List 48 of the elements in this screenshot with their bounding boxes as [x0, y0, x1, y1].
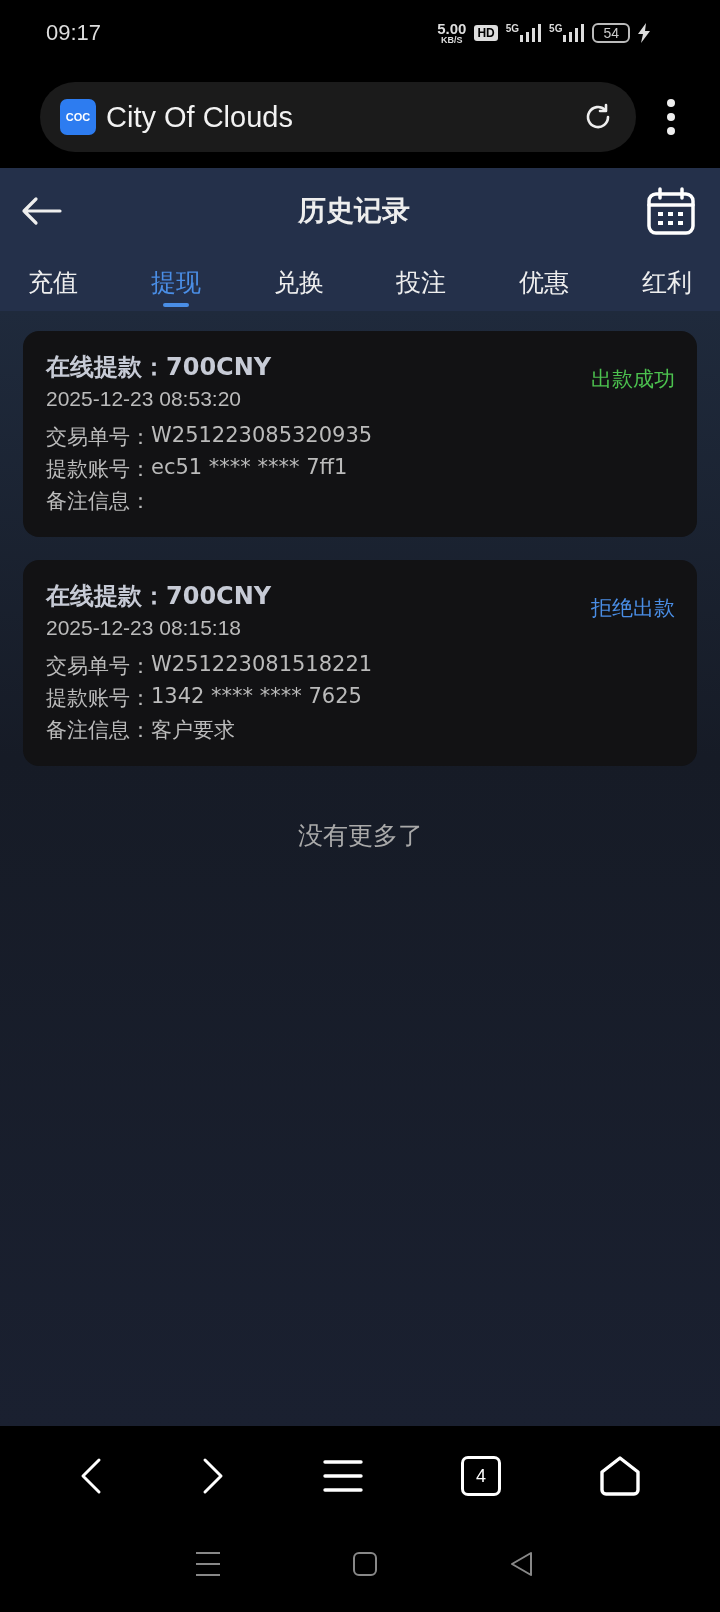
field-value: ec51 **** **** 7ff1	[151, 455, 348, 481]
tab-count-button[interactable]: 4	[461, 1456, 501, 1496]
tab[interactable]: 兑换	[257, 254, 340, 311]
back-icon[interactable]	[20, 196, 62, 226]
field-label: 提款账号：	[46, 685, 151, 712]
record-title: 在线提款：700CNY	[46, 581, 272, 612]
charging-icon	[638, 23, 650, 43]
tab[interactable]: 优惠	[503, 254, 586, 311]
field-value: W251223085320935	[151, 423, 373, 449]
field-label: 备注信息：	[46, 717, 151, 744]
more-icon[interactable]	[666, 99, 676, 135]
network-speed: 5.00	[437, 21, 467, 36]
field-value: 客户要求	[151, 717, 235, 744]
record-status: 出款成功	[591, 366, 675, 393]
network-type: 5G	[549, 23, 563, 34]
record-time: 2025-12-23 08:15:18	[46, 616, 242, 640]
tab[interactable]: 红利	[626, 254, 708, 311]
field-value: W251223081518221	[151, 652, 373, 678]
field-label: 交易单号：	[46, 653, 151, 680]
menu-icon[interactable]	[195, 1551, 222, 1577]
tab[interactable]: 投注	[380, 254, 463, 311]
back-triangle-icon[interactable]	[508, 1551, 535, 1577]
field-value: 1342 **** **** 7625	[151, 684, 362, 710]
field-label: 提款账号：	[46, 456, 151, 483]
page-title: City Of Clouds	[106, 100, 294, 134]
field-label: 备注信息：	[46, 488, 151, 515]
back-icon[interactable]	[79, 1457, 103, 1495]
tab[interactable]: 充值	[12, 254, 94, 311]
end-of-list: 没有更多了	[297, 819, 423, 852]
record-time: 2025-12-23 08:53:20	[46, 387, 242, 411]
calendar-icon[interactable]	[646, 187, 696, 235]
home-square-icon[interactable]	[352, 1551, 378, 1577]
tab[interactable]: 提现	[134, 254, 217, 311]
network-type: 5G	[505, 23, 520, 34]
field-label: 交易单号：	[46, 424, 151, 451]
forward-icon[interactable]	[201, 1457, 225, 1495]
site-logo: COC	[60, 99, 96, 135]
speed-unit: KB/S	[441, 36, 463, 45]
home-icon[interactable]	[599, 1456, 641, 1496]
address-bar[interactable]: COC City Of Clouds	[40, 82, 636, 152]
signal-icon	[562, 23, 585, 43]
record-title: 在线提款：700CNY	[46, 352, 272, 383]
hd-badge: HD	[474, 25, 498, 41]
page-heading: 历史记录	[298, 193, 410, 229]
signal-icon	[519, 23, 542, 43]
record-status: 拒绝出款	[591, 595, 675, 622]
status-time: 09:17	[46, 20, 102, 46]
battery-indicator: 54	[592, 23, 630, 43]
